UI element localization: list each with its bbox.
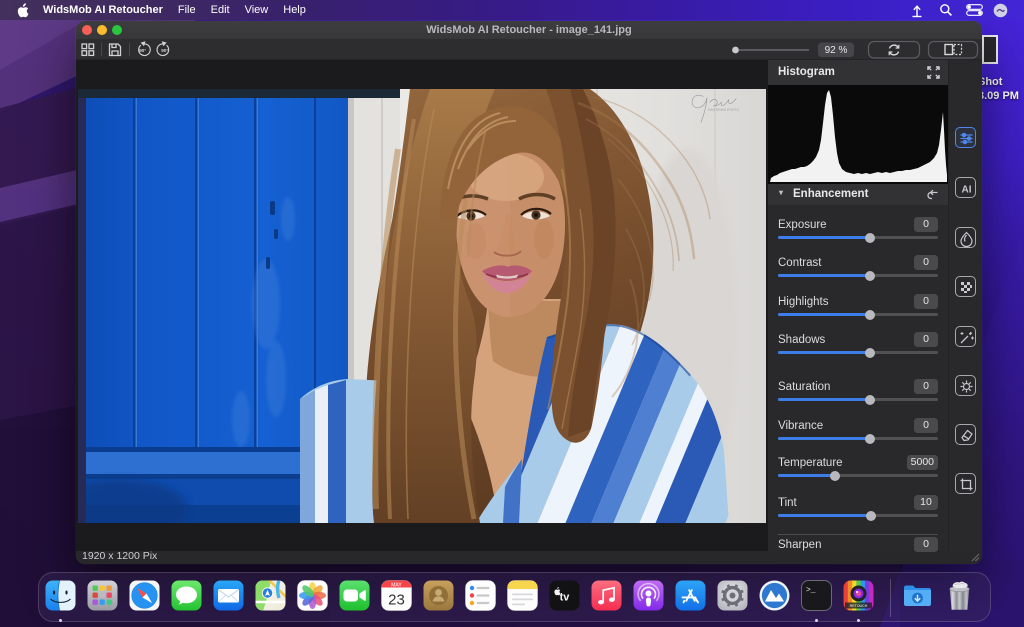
svg-text:>_: >_	[806, 586, 816, 595]
svg-text:tv: tv	[559, 592, 570, 604]
svg-text:92 %: 92 %	[825, 45, 848, 56]
svg-text:RETOUCH: RETOUCH	[849, 604, 867, 608]
svg-text:SAN REMO PHOTO: SAN REMO PHOTO	[708, 108, 739, 112]
svg-text:90°: 90°	[161, 48, 168, 53]
svg-text:23: 23	[388, 592, 405, 609]
svg-text:MAY: MAY	[391, 582, 402, 588]
svg-text:AI: AI	[962, 185, 972, 196]
svg-text:90°: 90°	[139, 48, 146, 53]
